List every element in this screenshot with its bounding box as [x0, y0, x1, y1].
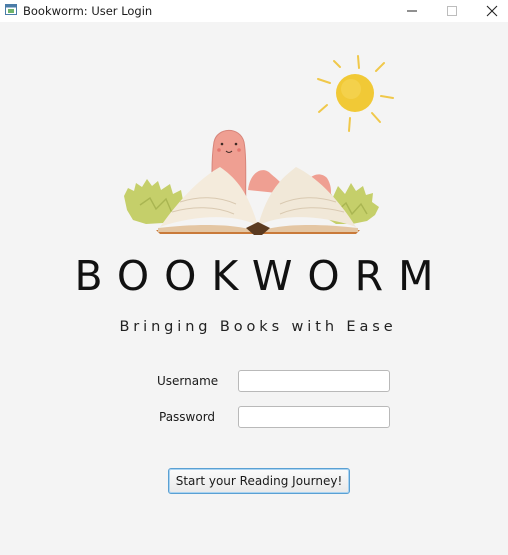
- maximize-button[interactable]: [432, 0, 472, 22]
- close-button[interactable]: [472, 0, 508, 22]
- tagline: Bringing Books with Ease: [119, 319, 397, 335]
- minimize-button[interactable]: [392, 0, 432, 22]
- maximize-icon: [447, 6, 457, 16]
- window-title: Bookworm: User Login: [23, 4, 153, 18]
- bookworm-logo-illustration: [124, 55, 394, 235]
- minimize-icon: [407, 10, 417, 12]
- username-field[interactable]: [238, 370, 390, 392]
- app-name: BOOKWORM: [74, 252, 449, 300]
- password-label: Password: [159, 410, 216, 424]
- start-reading-button[interactable]: Start your Reading Journey!: [168, 468, 350, 494]
- title-bar: Bookworm: User Login: [0, 0, 508, 22]
- username-label: Username: [157, 374, 219, 388]
- close-icon: [486, 5, 498, 17]
- sun-icon: [317, 55, 394, 132]
- java-app-icon: [5, 4, 17, 15]
- password-field[interactable]: [238, 406, 390, 428]
